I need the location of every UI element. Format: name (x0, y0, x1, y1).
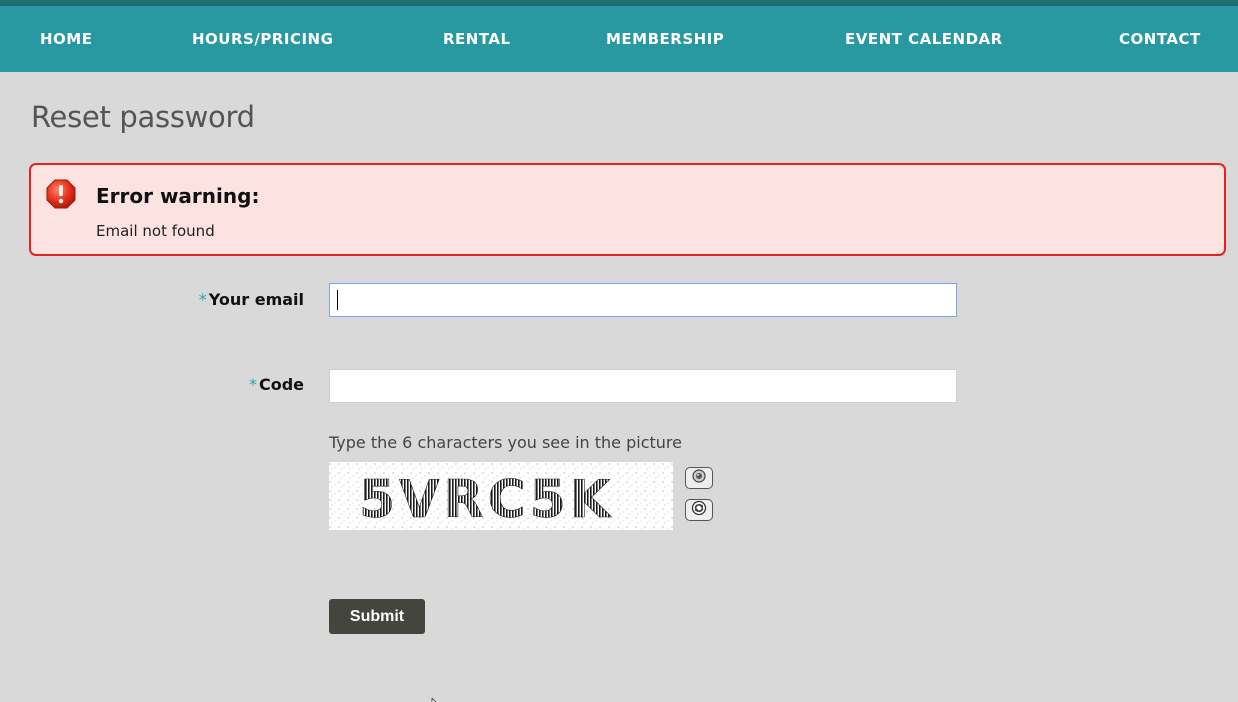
mouse-cursor-icon (431, 693, 443, 702)
page: HOME HOURS/PRICING RENTAL MEMBERSHIP EVE… (0, 0, 1238, 702)
refresh-icon (691, 500, 707, 520)
captcha-image: 5VRC5K (329, 462, 673, 530)
error-octagon-icon (46, 179, 76, 209)
nav-rental[interactable]: RENTAL (443, 6, 511, 72)
speaker-icon (691, 468, 707, 488)
required-marker: * (248, 375, 257, 394)
code-label: * Code (249, 375, 304, 394)
error-message: Email not found (96, 222, 215, 240)
captcha-hint: Type the 6 characters you see in the pic… (329, 433, 682, 452)
email-label: * Your email (199, 290, 304, 309)
nav-contact[interactable]: CONTACT (1119, 6, 1201, 72)
captcha-text: 5VRC5K (359, 470, 614, 530)
nav-membership[interactable]: MEMBERSHIP (606, 6, 724, 72)
email-field[interactable] (329, 283, 957, 317)
text-caret (337, 290, 338, 310)
required-marker: * (198, 290, 207, 309)
code-label-text: Code (258, 375, 304, 394)
error-title: Error warning: (96, 184, 260, 208)
nav-hours-pricing[interactable]: HOURS/PRICING (192, 6, 333, 72)
nav-home[interactable]: HOME (40, 6, 92, 72)
top-navigation: HOME HOURS/PRICING RENTAL MEMBERSHIP EVE… (0, 0, 1238, 72)
nav-event-calendar[interactable]: EVENT CALENDAR (845, 6, 1003, 72)
submit-button[interactable]: Submit (329, 599, 425, 634)
email-label-text: Your email (208, 290, 304, 309)
captcha-audio-button[interactable] (685, 467, 713, 489)
captcha-refresh-button[interactable] (685, 499, 713, 521)
page-title: Reset password (31, 100, 255, 134)
code-field[interactable] (329, 369, 957, 403)
error-alert: Error warning: Email not found (29, 163, 1226, 256)
